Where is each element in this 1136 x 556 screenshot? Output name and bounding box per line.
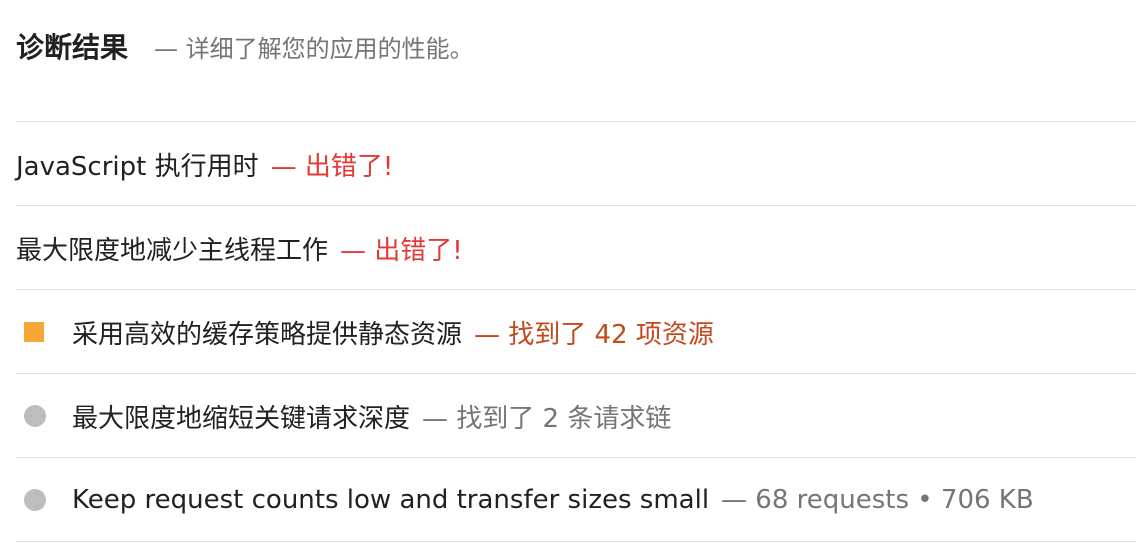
circle-info-icon xyxy=(24,405,46,427)
audit-row-cache-policy[interactable]: 采用高效的缓存策略提供静态资源 — 找到了 42 项资源 xyxy=(16,290,1136,374)
diagnostics-panel: 诊断结果 — 详细了解您的应用的性能。 JavaScript 执行用时 — 出错… xyxy=(0,0,1136,556)
audit-title: 最大限度地减少主线程工作 xyxy=(16,235,329,266)
audit-detail-text: — 找到了 42 项资源 xyxy=(474,319,714,350)
audit-title: JavaScript 执行用时 xyxy=(16,151,259,182)
audit-detail-text: — 找到了 2 条请求链 xyxy=(422,403,672,434)
diagnostics-header: 诊断结果 — 详细了解您的应用的性能。 xyxy=(16,26,474,66)
audit-row-main-thread-work[interactable]: 最大限度地减少主线程工作 — 出错了! xyxy=(16,206,1136,290)
divider xyxy=(16,541,1136,542)
audit-detail-text: — 68 requests • 706 KB xyxy=(721,485,1034,515)
section-description: — 详细了解您的应用的性能。 xyxy=(154,35,474,63)
audit-error-text: — 出错了! xyxy=(340,235,463,266)
audit-row-critical-request-chains[interactable]: 最大限度地缩短关键请求深度 — 找到了 2 条请求链 xyxy=(16,374,1136,458)
audit-title: 最大限度地缩短关键请求深度 xyxy=(72,403,411,434)
audit-title: 采用高效的缓存策略提供静态资源 xyxy=(72,319,463,350)
audit-row-js-execution-time[interactable]: JavaScript 执行用时 — 出错了! xyxy=(16,122,1136,206)
circle-info-icon xyxy=(24,489,46,511)
audit-title: Keep request counts low and transfer siz… xyxy=(72,485,710,515)
square-warning-icon xyxy=(24,322,44,342)
audit-error-text: — 出错了! xyxy=(270,151,394,182)
audit-row-resource-summary[interactable]: Keep request counts low and transfer siz… xyxy=(16,458,1136,542)
section-title: 诊断结果 xyxy=(16,31,129,64)
